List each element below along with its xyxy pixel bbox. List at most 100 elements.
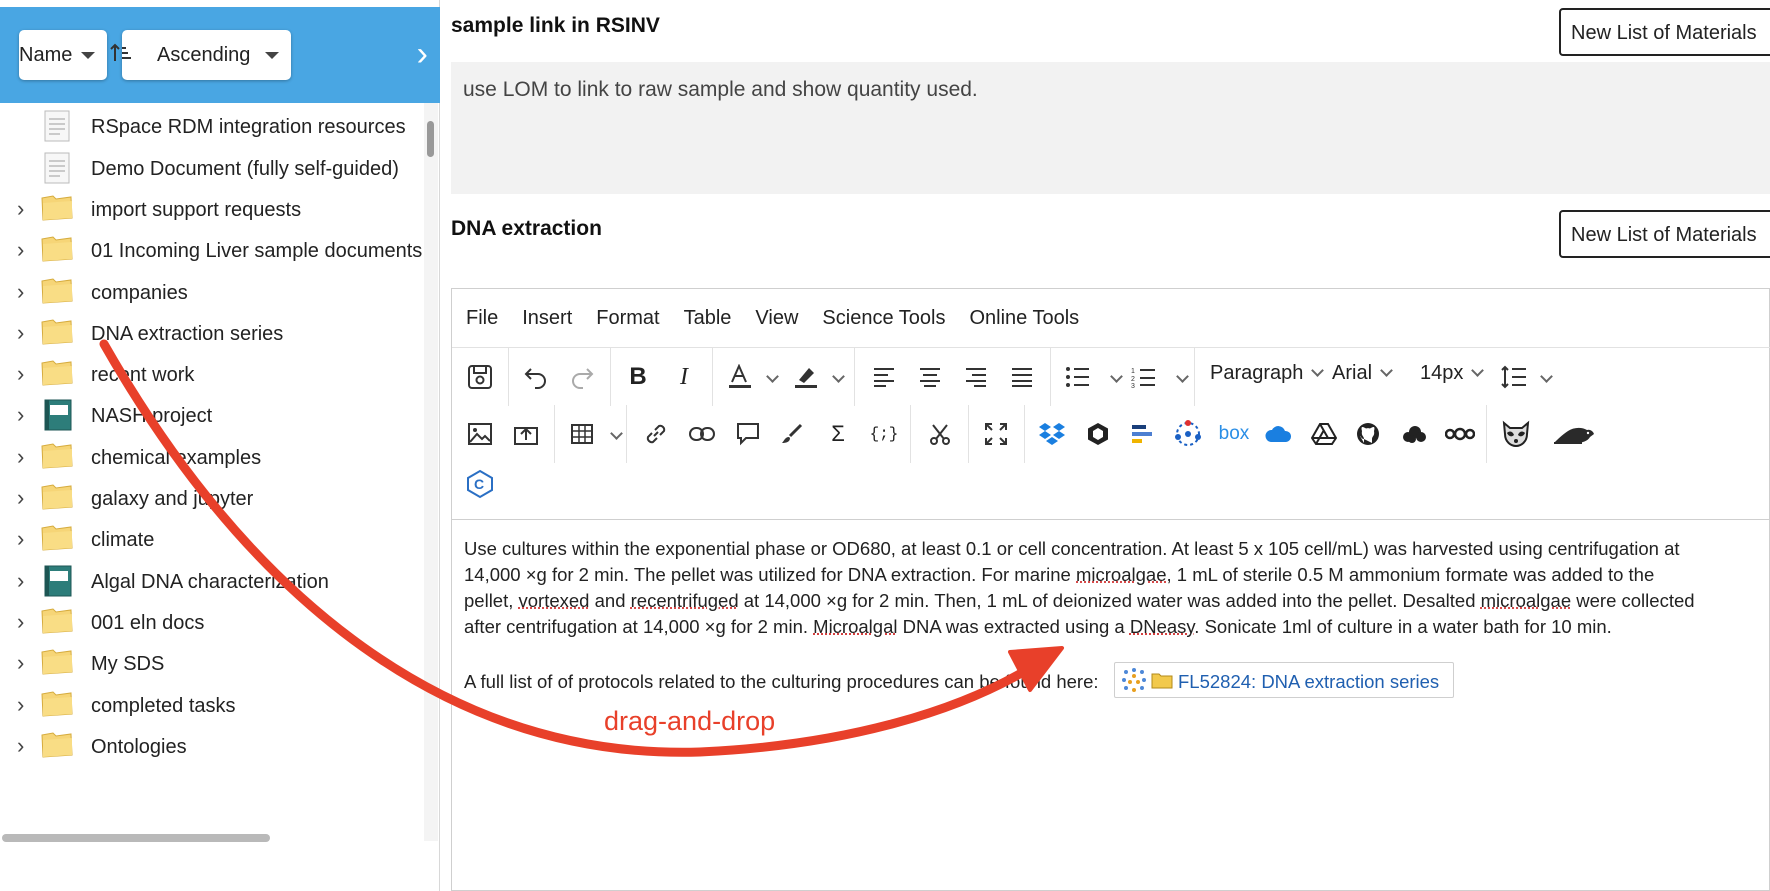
chevron-right-icon[interactable]: › <box>417 37 428 71</box>
chevron-right-icon[interactable]: › <box>17 733 24 759</box>
chevron-right-icon[interactable]: › <box>17 237 24 263</box>
egnyte-button[interactable] <box>1078 415 1118 453</box>
menu-format[interactable]: Format <box>596 307 659 330</box>
chevron-right-icon[interactable]: › <box>17 402 24 428</box>
chevron-right-icon[interactable]: › <box>17 526 24 552</box>
menu-view[interactable]: View <box>755 307 798 330</box>
tree-item[interactable]: › galaxy and jupyter <box>0 477 424 523</box>
tree-item[interactable]: › Ontologies <box>0 725 424 771</box>
google-drive-button[interactable] <box>1304 415 1344 453</box>
tree-item[interactable]: › My SDS <box>0 642 424 688</box>
sketch-button[interactable] <box>772 415 812 453</box>
vertical-scrollbar[interactable] <box>424 103 438 841</box>
insert-table-button[interactable] <box>562 415 602 453</box>
brush-icon <box>782 423 803 443</box>
fullscreen-button[interactable] <box>976 415 1016 453</box>
align-center-button[interactable] <box>910 358 950 396</box>
undo-button[interactable] <box>516 358 556 396</box>
bullet-list-icon <box>1066 367 1089 387</box>
internal-link-button[interactable] <box>682 415 722 453</box>
align-right-button[interactable] <box>956 358 996 396</box>
chevron-right-icon[interactable]: › <box>17 650 24 676</box>
chevron-right-icon[interactable]: › <box>17 279 24 305</box>
github-button[interactable] <box>1348 415 1388 453</box>
tree-item[interactable]: › recent work <box>0 353 424 399</box>
tree-item[interactable]: › 001 eln docs <box>0 601 424 647</box>
chevron-down-icon[interactable] <box>832 370 845 383</box>
menu-table[interactable]: Table <box>684 307 732 330</box>
menu-file[interactable]: File <box>466 307 498 330</box>
chevron-down-icon[interactable] <box>1110 370 1123 383</box>
code-sample-button[interactable]: {;} <box>864 415 904 453</box>
align-left-button[interactable] <box>864 358 904 396</box>
menu-online-tools[interactable]: Online Tools <box>969 307 1079 330</box>
tree-item[interactable]: › climate <box>0 518 424 564</box>
editor-content[interactable]: Use cultures within the exponential phas… <box>452 519 1770 891</box>
equation-button[interactable]: Σ <box>818 415 858 453</box>
sort-field-dropdown[interactable]: Name <box>19 30 107 80</box>
cut-button[interactable] <box>920 415 960 453</box>
chevron-down-icon[interactable] <box>1176 370 1189 383</box>
tree-item[interactable]: RSpace RDM integration resources <box>0 105 424 151</box>
justify-button[interactable] <box>1002 358 1042 396</box>
chevron-right-icon[interactable]: › <box>17 361 24 387</box>
italic-button[interactable]: I <box>664 358 704 396</box>
upload-button[interactable] <box>506 415 546 453</box>
folder-link-text[interactable]: FL52824: DNA extraction series <box>1178 671 1439 693</box>
bold-button[interactable]: B <box>618 358 658 396</box>
insert-link-button[interactable] <box>636 415 676 453</box>
tree-item[interactable]: › Algal DNA characterization <box>0 560 424 606</box>
folder-link-chip[interactable]: FL52824: DNA extraction series <box>1114 662 1454 698</box>
font-size-dropdown[interactable]: 14px <box>1420 362 1485 385</box>
onedrive-button[interactable] <box>1258 415 1298 453</box>
owncloud-button[interactable] <box>1394 415 1434 453</box>
font-family-value: Arial <box>1332 362 1373 384</box>
box-button[interactable]: box <box>1214 415 1254 453</box>
highlight-color-button[interactable] <box>786 358 826 396</box>
tree-item[interactable]: › companies <box>0 271 424 317</box>
sort-direction-dropdown[interactable]: Ascending <box>110 30 291 80</box>
chemistry-c-icon: C <box>467 469 493 499</box>
chevron-right-icon[interactable]: › <box>17 485 24 511</box>
new-list-of-materials-button[interactable]: New List of Materials <box>1559 210 1770 258</box>
chevron-down-icon[interactable] <box>610 427 623 440</box>
chemdraw-button[interactable]: C <box>460 465 500 503</box>
chevron-right-icon[interactable]: › <box>17 444 24 470</box>
tree-item[interactable]: › DNA extraction series <box>0 312 424 358</box>
menu-science-tools[interactable]: Science Tools <box>822 307 945 330</box>
text-color-button[interactable] <box>720 358 760 396</box>
tree-item[interactable]: › chemical examples <box>0 436 424 482</box>
font-family-dropdown[interactable]: Arial <box>1332 362 1393 385</box>
block-format-dropdown[interactable]: Paragraph <box>1210 362 1325 385</box>
chevron-right-icon[interactable]: › <box>17 609 24 635</box>
chevron-down-icon[interactable] <box>1540 370 1553 383</box>
chevron-right-icon[interactable]: › <box>17 692 24 718</box>
tree-item[interactable]: › NASH project <box>0 394 424 440</box>
nextcloud-button[interactable] <box>1440 415 1480 453</box>
tree-item[interactable]: › import support requests <box>0 188 424 234</box>
horizontal-scrollbar[interactable] <box>2 834 270 842</box>
bullet-list-button[interactable] <box>1058 358 1098 396</box>
tree-item[interactable]: Demo Document (fully self-guided) <box>0 147 424 193</box>
new-list-of-materials-button[interactable]: New List of Materials <box>1559 8 1770 56</box>
animal-tool-button[interactable] <box>1550 415 1598 453</box>
tree-item[interactable]: › completed tasks <box>0 684 424 730</box>
chevron-right-icon[interactable]: › <box>17 320 24 346</box>
chevron-down-icon[interactable] <box>766 370 779 383</box>
line-height-button[interactable] <box>1494 358 1534 396</box>
redo-button[interactable] <box>562 358 602 396</box>
tree-item[interactable]: › 01 Incoming Liver sample documents <box>0 229 424 275</box>
comment-button[interactable] <box>728 415 768 453</box>
insert-image-button[interactable] <box>460 415 500 453</box>
dropbox-button[interactable] <box>1032 415 1072 453</box>
scrollbar-thumb[interactable] <box>427 121 434 157</box>
protocols-io-button[interactable] <box>1122 415 1162 453</box>
chemistry-tool-button[interactable] <box>1168 415 1208 453</box>
menu-insert[interactable]: Insert <box>522 307 572 330</box>
chevron-right-icon[interactable]: › <box>17 568 24 594</box>
save-button[interactable] <box>460 358 500 396</box>
chevron-right-icon[interactable]: › <box>17 196 24 222</box>
text-field[interactable]: use LOM to link to raw sample and show q… <box>451 62 1770 194</box>
numbered-list-button[interactable]: 123 <box>1124 358 1164 396</box>
raccoon-tool-button[interactable] <box>1496 415 1536 453</box>
